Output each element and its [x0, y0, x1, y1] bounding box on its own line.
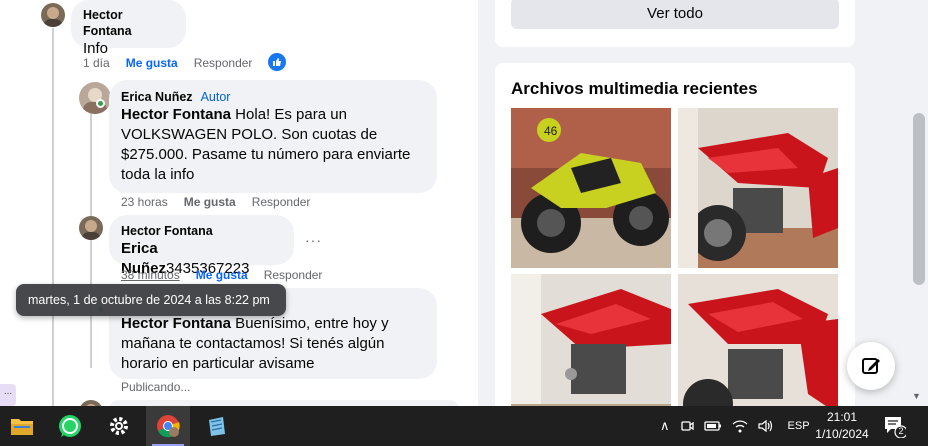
- timestamp-tooltip: martes, 1 de octubre de 2024 a las 8:22 …: [16, 284, 286, 316]
- comment-text: Hector Fontana Buenísimo, entre hoy y ma…: [121, 315, 389, 372]
- notification-count-badge: 2: [898, 426, 904, 436]
- comment-actions: 23 horas Me gusta Responder: [121, 195, 310, 209]
- see-all-button[interactable]: Ver todo: [511, 0, 839, 29]
- reply-button[interactable]: Responder: [264, 268, 323, 282]
- side-panel-tab[interactable]: ...: [0, 384, 16, 406]
- like-button[interactable]: Me gusta: [126, 56, 178, 70]
- avatar[interactable]: [79, 216, 103, 240]
- comment-time[interactable]: 38 minutos: [121, 268, 180, 282]
- reply-button[interactable]: Responder: [252, 195, 311, 209]
- clock-time: 21:01: [826, 410, 858, 424]
- compose-icon: [862, 358, 880, 374]
- recent-media-card: Archivos multimedia recientes 46: [495, 63, 855, 434]
- mention-link[interactable]: Hector Fontana: [121, 315, 231, 332]
- notepad-icon[interactable]: [195, 406, 239, 446]
- system-tray: ∧ ESP: [660, 406, 810, 446]
- scrollbar-thumb[interactable]: [913, 113, 925, 285]
- media-photo[interactable]: [678, 108, 838, 268]
- wifi-icon[interactable]: [732, 419, 748, 433]
- avatar[interactable]: [79, 82, 111, 114]
- comment-actions: 38 minutos Me gusta Responder: [121, 268, 322, 282]
- chrome-icon[interactable]: [146, 406, 190, 446]
- svg-text:46: 46: [544, 124, 558, 138]
- show-hidden-icons-chevron-icon[interactable]: ∧: [660, 418, 670, 434]
- thumbs-up-icon[interactable]: [268, 53, 286, 71]
- comment-author[interactable]: Hector Fontana: [121, 223, 282, 239]
- reply-button[interactable]: Responder: [194, 56, 253, 70]
- comment-time[interactable]: 23 horas: [121, 195, 168, 209]
- comment-author[interactable]: Erica Nuñez: [121, 90, 193, 104]
- thread-line: [52, 28, 54, 406]
- settings-gear-icon[interactable]: [97, 406, 141, 446]
- comments-feed: Hector Fontana Info 1 día Me gusta Respo…: [0, 0, 478, 406]
- whatsapp-icon[interactable]: [48, 406, 92, 446]
- comment-author[interactable]: Hector Fontana: [83, 7, 174, 39]
- comment-bubble: Hector Fontana Info: [71, 0, 186, 57]
- notification-center-icon[interactable]: 2: [882, 414, 908, 443]
- scroll-down-arrow-icon[interactable]: ▼: [912, 391, 921, 401]
- comment-text: Hector Fontana Hola! Es para un VOLKSWAG…: [121, 106, 411, 183]
- friends-card: Ver todo: [495, 0, 855, 47]
- like-button[interactable]: Me gusta: [184, 195, 236, 209]
- taskbar: ∧ ESP 21:01 1/10/2024 2: [0, 406, 928, 446]
- avatar[interactable]: [41, 3, 65, 27]
- media-grid: 46: [511, 108, 839, 434]
- more-options-button[interactable]: ···: [305, 232, 322, 248]
- online-status-indicator: [96, 99, 105, 108]
- volume-icon[interactable]: [757, 419, 774, 433]
- publishing-status: Publicando...: [121, 380, 191, 394]
- comment-time[interactable]: 1 día: [83, 56, 110, 70]
- comment-actions: 1 día Me gusta Responder: [83, 56, 252, 70]
- taskbar-clock[interactable]: 21:01 1/10/2024: [812, 409, 872, 443]
- like-button[interactable]: Me gusta: [196, 268, 248, 282]
- language-indicator[interactable]: ESP: [788, 420, 810, 432]
- author-badge: Autor: [200, 90, 231, 104]
- battery-icon[interactable]: [703, 421, 722, 431]
- comment-bubble: Hector Fontana Erica Nuñez3435367223: [109, 215, 294, 277]
- file-explorer-icon[interactable]: [0, 406, 44, 446]
- clock-date: 1/10/2024: [815, 427, 869, 441]
- meet-now-icon[interactable]: [680, 419, 694, 433]
- media-photo[interactable]: 46: [511, 108, 671, 268]
- mention-link[interactable]: Hector Fontana: [121, 106, 231, 123]
- new-message-button[interactable]: [847, 342, 895, 390]
- comment-bubble: Erica Nuñez Autor Hector Fontana Hola! Es…: [109, 80, 437, 193]
- recent-media-title: Archivos multimedia recientes: [511, 79, 758, 98]
